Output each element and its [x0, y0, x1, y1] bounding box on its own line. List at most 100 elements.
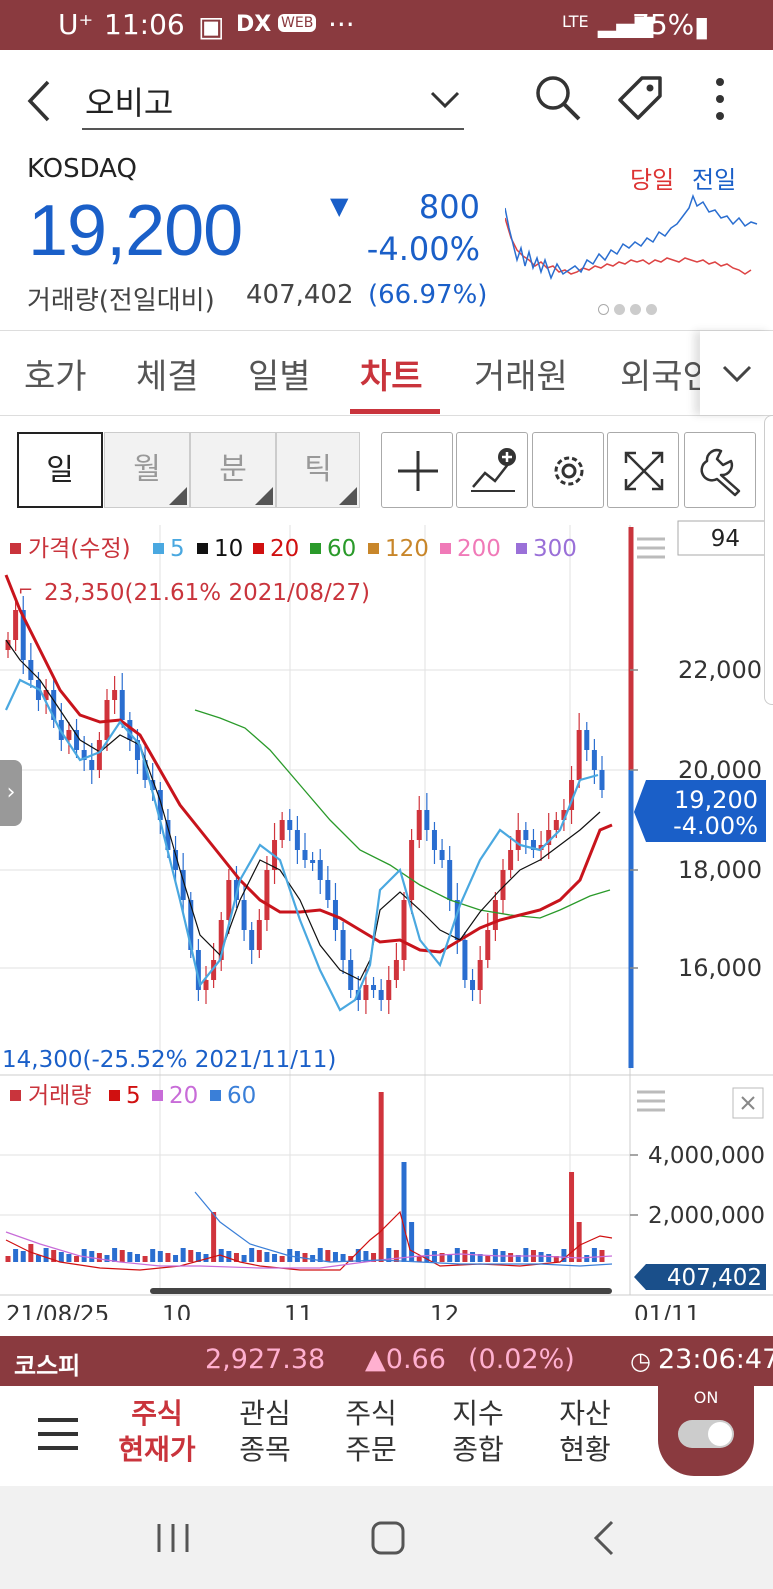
nav-watchlist-line1: 관심 [239, 1397, 291, 1430]
period-tick-button[interactable]: 틱 [276, 432, 360, 508]
volume-ma20-line [5, 1231, 613, 1269]
nav-stock-price-line2: 현재가 [118, 1433, 196, 1466]
volume-bar [173, 1255, 179, 1262]
tab-chart[interactable]: 차트 [360, 349, 423, 398]
volume-legend-ma5: 5 [126, 1083, 141, 1109]
nav-stock-price[interactable]: 주식 현재가 [112, 1396, 202, 1468]
x-tick-oct: 10 [162, 1302, 191, 1320]
period-month-button[interactable]: 월 [104, 432, 190, 508]
tab-trades[interactable]: 체결 [136, 349, 199, 398]
volume-bar [538, 1252, 544, 1262]
volume-bar [447, 1255, 453, 1262]
toggle-panel[interactable]: ON [658, 1380, 754, 1476]
volume-bar [470, 1252, 476, 1262]
close-icon[interactable] [732, 1087, 764, 1119]
ma60-line [194, 709, 611, 919]
candle-body [203, 980, 209, 990]
nav-order[interactable]: 주식 주문 [326, 1396, 416, 1468]
tag-icon[interactable] [614, 72, 666, 124]
toggle-label: ON [693, 1388, 719, 1407]
status-bar: U⁺ 11:06 ▣ DX WEB ··· LTE ▂▄▆ 75% ▮ [0, 0, 773, 50]
chevron-down-icon[interactable] [430, 90, 460, 110]
intraday-mini-chart[interactable] [505, 188, 760, 298]
volume-menu-icon[interactable] [637, 1090, 665, 1112]
x-tick-nov: 11 [284, 1302, 313, 1320]
dx-icon: DX [236, 12, 272, 37]
nav-watchlist-line2: 종목 [239, 1433, 291, 1466]
volume-bar [74, 1256, 80, 1262]
price-chart[interactable]: ⌐ 23,350(21.61% 2021/08/27) 14,300(-25.5… [0, 520, 773, 1320]
home-icon[interactable] [370, 1520, 406, 1556]
chevron-down-icon [722, 365, 752, 383]
candle-body [492, 900, 498, 930]
right-edge-handle[interactable] [764, 415, 773, 705]
tab-brokers[interactable]: 거래원 [474, 349, 568, 398]
tab-foreign[interactable]: 외국인 [620, 349, 700, 398]
chart-scrollbar[interactable] [150, 1288, 612, 1294]
nav-assets[interactable]: 자산 현황 [540, 1396, 630, 1468]
fullscreen-button[interactable] [607, 432, 679, 508]
candle-body [371, 985, 377, 990]
candle-body [378, 990, 384, 1000]
back-nav-icon[interactable] [592, 1520, 616, 1556]
candle-body [317, 860, 323, 880]
candle-body [96, 740, 102, 770]
volume-legend-ma60: 60 [227, 1083, 256, 1109]
gallery-icon: ▣ [198, 10, 225, 43]
chart-menu-icon[interactable] [637, 537, 665, 559]
search-icon[interactable] [532, 72, 584, 124]
more-vertical-icon[interactable] [714, 76, 726, 122]
volume-bar [310, 1255, 316, 1262]
tab-daily[interactable]: 일별 [248, 349, 311, 398]
chart-count: 94 [711, 526, 740, 552]
candle-body [66, 730, 72, 740]
tab-hoga[interactable]: 호가 [24, 349, 87, 398]
candle-body [264, 870, 270, 920]
toggle-switch[interactable] [678, 1420, 734, 1448]
candle-body [553, 820, 559, 830]
volume-bar [134, 1254, 140, 1262]
side-drawer-handle[interactable]: › [0, 760, 22, 826]
candle-body [470, 980, 476, 990]
tools-button[interactable] [684, 432, 756, 508]
candle-body [287, 820, 293, 830]
nav-watchlist[interactable]: 관심 종목 [220, 1396, 310, 1468]
volume-bar [142, 1256, 148, 1262]
volume-legend: 거래량 5 20 60 [10, 1083, 256, 1109]
nav-index[interactable]: 지수 종합 [433, 1396, 523, 1468]
hamburger-menu-icon[interactable] [38, 1416, 78, 1452]
stock-name-underline [82, 128, 464, 130]
legend-ma60: 60 [327, 536, 356, 562]
nav-assets-line1: 자산 [559, 1397, 611, 1430]
candle-body [523, 830, 529, 840]
volume-bar [508, 1253, 514, 1262]
tabs-expand[interactable] [700, 331, 773, 415]
volume-bar [409, 1222, 415, 1262]
high-marker: ⌐ [18, 580, 33, 601]
mini-chart-pager[interactable] [598, 300, 658, 319]
more-notifications-icon: ··· [328, 8, 355, 41]
y-tick-16000: 16,000 [678, 954, 762, 982]
recent-apps-icon[interactable] [155, 1522, 191, 1554]
index-ticker-bar[interactable]: 코스피 2,927.38 ▲0.66 (0.02%) ◷ 23:06:47 [0, 1336, 773, 1386]
crosshair-button[interactable] [381, 432, 453, 508]
volume-bar [150, 1249, 156, 1262]
volume-bar [5, 1256, 11, 1262]
back-icon[interactable] [24, 78, 54, 124]
volume-bar [188, 1250, 194, 1262]
period-minute-button[interactable]: 분 [190, 432, 276, 508]
candle-body [485, 930, 491, 960]
period-day-button[interactable]: 일 [17, 432, 103, 508]
volume-bar [256, 1250, 262, 1262]
volume-legend-label: 거래량 [28, 1083, 91, 1109]
add-indicator-button[interactable] [456, 432, 528, 508]
volume-bar [104, 1255, 110, 1262]
volume-bar [127, 1252, 133, 1262]
volume-tick-4m: 4,000,000 [648, 1143, 765, 1169]
settings-button[interactable] [532, 432, 604, 508]
clock-icon: ◷ [630, 1347, 651, 1375]
candle-body [363, 985, 369, 1000]
nav-order-line1: 주식 [345, 1397, 397, 1430]
stock-name[interactable]: 오비고 [85, 78, 173, 124]
volume-bar [66, 1254, 72, 1262]
